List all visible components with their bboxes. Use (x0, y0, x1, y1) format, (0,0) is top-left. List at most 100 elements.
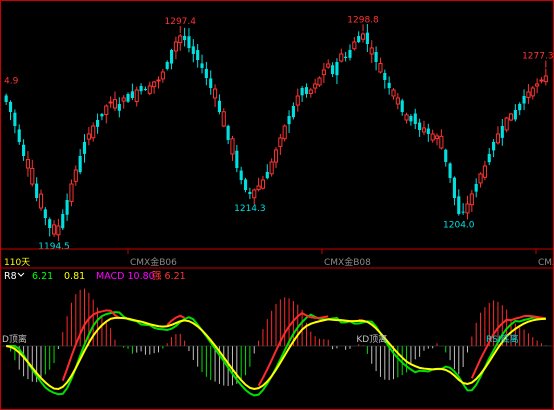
candle-body (444, 149, 448, 162)
candlestick (369, 40, 374, 63)
candle-body (326, 63, 331, 68)
candlestick (500, 119, 504, 146)
price-label: 1277.3 (522, 52, 554, 62)
candlestick (112, 91, 118, 112)
indicator-value-1: 6.21 (32, 271, 53, 282)
candle-body (317, 77, 322, 86)
candle-body (160, 71, 165, 80)
candlestick (457, 189, 461, 216)
candlestick (56, 218, 61, 242)
candle-body (8, 101, 13, 112)
candlestick (51, 220, 57, 237)
candlestick (43, 207, 47, 226)
candlestick (269, 158, 274, 177)
candle-body (91, 125, 96, 139)
candle-body (400, 100, 404, 112)
candle-body (287, 116, 291, 125)
candle-body (508, 113, 514, 121)
candle-body (404, 114, 409, 121)
candle-body (117, 104, 121, 111)
candle-body (269, 161, 274, 175)
candlestick (383, 69, 387, 89)
candle-body (474, 184, 478, 192)
candlestick (152, 80, 157, 94)
candle-body (439, 135, 444, 149)
candlestick (200, 54, 204, 74)
candlestick (513, 104, 517, 122)
candle-body (35, 183, 39, 198)
candlestick (165, 60, 169, 71)
candle-body (421, 127, 427, 133)
candle-body (256, 185, 261, 191)
candle-body (335, 62, 339, 76)
candle-body (56, 225, 61, 236)
candle-body (360, 33, 366, 40)
candlestick (25, 151, 31, 177)
candlestick (235, 144, 239, 173)
candlestick (360, 32, 366, 43)
candle-body (139, 86, 143, 92)
candle-body (86, 133, 91, 140)
candlestick (300, 85, 304, 102)
candlestick (256, 177, 261, 192)
candlestick (35, 177, 39, 202)
divergence-annotation: RSI底离 (486, 333, 519, 345)
candlestick (230, 135, 235, 161)
candle-body (448, 163, 452, 178)
candle-body (226, 125, 230, 140)
candle-body (539, 79, 544, 82)
candlestick (69, 179, 74, 207)
indicator-panel: R8 6.21 0.81 MACD 10.80强 6.21 D顶离 KD顶离 RSI底离 (0, 271, 554, 397)
candle-body (130, 91, 134, 98)
candle-body (100, 114, 104, 117)
candle-body (304, 87, 309, 94)
candlestick (304, 83, 309, 98)
candlestick (430, 129, 435, 143)
candle-body (465, 203, 470, 214)
candle-body (243, 179, 248, 190)
candlestick (108, 96, 113, 108)
price-panel: 4.9 1194.5 1297.4 1214.3 1298.8 1204.0 1277.3 1… (4, 15, 554, 268)
candle-body (200, 63, 204, 68)
candlestick (474, 178, 478, 198)
chevron-down-icon[interactable] (17, 272, 25, 277)
candle-body (291, 106, 295, 118)
candlestick (191, 39, 195, 63)
candlestick (391, 88, 396, 100)
candle-body (457, 196, 461, 214)
candlestick (400, 98, 404, 116)
candlestick (221, 108, 226, 128)
candlestick (539, 77, 544, 84)
candlestick (22, 139, 26, 161)
candle-body (112, 99, 118, 109)
candlestick (352, 37, 357, 51)
candle-body (409, 116, 413, 122)
candlestick (526, 83, 531, 104)
candlestick (134, 86, 139, 107)
candlestick (387, 76, 391, 95)
candle-body (260, 179, 266, 189)
candle-body (504, 117, 509, 131)
candlestick (404, 112, 409, 124)
candle-body (522, 96, 526, 104)
candlestick (204, 61, 208, 86)
price-label: 1297.4 (165, 17, 197, 27)
candle-body (248, 191, 252, 194)
candlestick (317, 76, 322, 88)
candle-body (395, 97, 400, 105)
candle-body (543, 75, 548, 83)
candle-body (321, 69, 326, 76)
candlestick (265, 164, 269, 180)
candlestick (130, 83, 134, 101)
candle-body (378, 63, 383, 73)
candle-body (500, 126, 504, 138)
candle-body (213, 88, 218, 99)
candlestick (365, 23, 369, 52)
candle-body (513, 110, 517, 120)
candlestick (48, 217, 52, 237)
candle-body (48, 219, 52, 228)
price-label: 1204.0 (443, 221, 475, 231)
candle-body (17, 129, 21, 142)
candlestick (313, 78, 318, 94)
candlestick (508, 112, 514, 122)
